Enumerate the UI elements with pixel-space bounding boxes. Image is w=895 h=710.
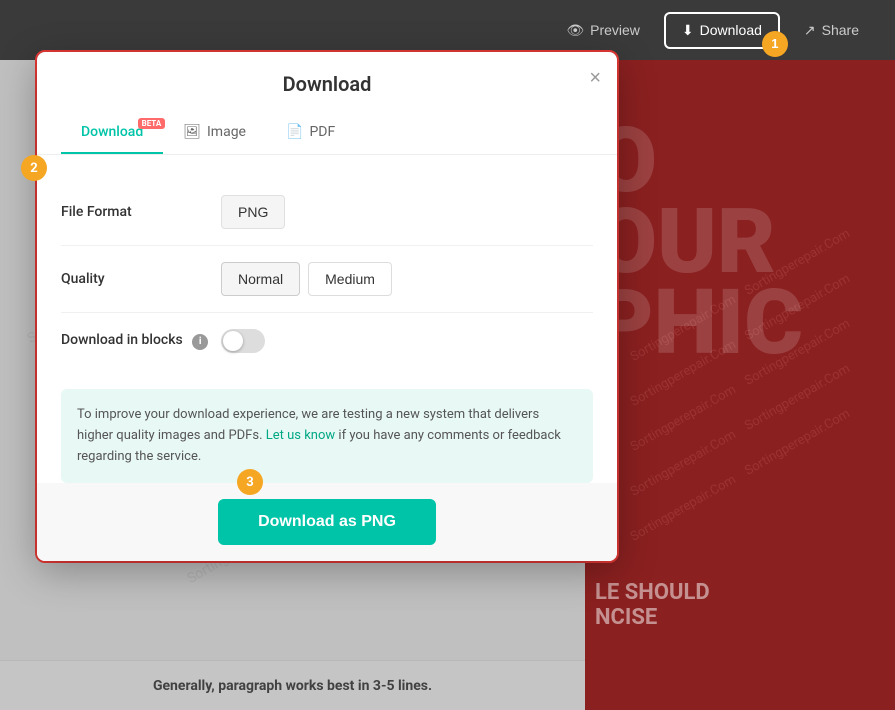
info-box: To improve your download experience, we … (61, 389, 593, 483)
close-button[interactable]: × (589, 68, 601, 88)
preview-button[interactable]: 👁 Preview (550, 14, 656, 47)
step-badge-1: 1 (762, 31, 788, 57)
share-label: Share (822, 22, 859, 38)
tab-image[interactable]: 🖼 Image (163, 112, 266, 154)
download-dialog: Download × Download BETA 🖼 Image 📄 P (37, 52, 617, 561)
preview-large-text: OOURPHIC (595, 120, 803, 363)
download-blocks-label: Download in blocks i (61, 332, 221, 350)
tab-bar: Download BETA 🖼 Image 📄 PDF (61, 112, 593, 154)
quality-label: Quality (61, 271, 221, 287)
quality-normal-btn[interactable]: Normal (221, 262, 300, 296)
share-icon: ↗ (804, 22, 816, 39)
canvas-preview: Sortingperepair.Com Sortingperepair.Com … (585, 60, 895, 710)
pdf-icon: 📄 (286, 124, 303, 140)
tab-download-label: Download (81, 124, 143, 140)
image-icon: 🖼 (183, 124, 201, 140)
step-badge-2: 2 (21, 155, 47, 181)
download-icon: ⬇ (682, 22, 694, 39)
share-button[interactable]: ↗ Share (788, 14, 875, 47)
download-blocks-toggle[interactable] (221, 329, 265, 353)
dialog-title: Download (61, 72, 593, 96)
tab-pdf[interactable]: 📄 PDF (266, 112, 355, 154)
beta-badge: BETA (138, 118, 166, 129)
dialog-header: Download × Download BETA 🖼 Image 📄 P (37, 52, 617, 155)
file-format-select[interactable]: PNG (221, 195, 285, 229)
tab-pdf-label: PDF (309, 124, 335, 140)
tab-download[interactable]: Download BETA (61, 112, 163, 154)
download-label: Download (700, 22, 762, 38)
quality-medium-btn[interactable]: Medium (308, 262, 392, 296)
preview-label: Preview (590, 22, 640, 38)
file-format-row: File Format PNG (61, 179, 593, 246)
dialog-outer: 2 Download × Download BETA 🖼 Image (35, 50, 619, 563)
download-button[interactable]: ⬇ Download 1 (664, 12, 780, 49)
dialog-footer: 3 Download as PNG (37, 483, 617, 561)
eye-icon: 👁 (566, 22, 584, 39)
tab-image-label: Image (207, 124, 246, 140)
file-format-control: PNG (221, 195, 285, 229)
file-format-label: File Format (61, 204, 221, 220)
download-blocks-control (221, 329, 265, 353)
download-blocks-row: Download in blocks i (61, 313, 593, 369)
info-link[interactable]: Let us know (266, 428, 335, 443)
download-as-png-button[interactable]: Download as PNG (218, 499, 436, 545)
quality-control: Normal Medium (221, 262, 392, 296)
preview-subtitle: LE SHOULDNCISE (595, 580, 710, 630)
info-icon[interactable]: i (192, 334, 208, 350)
step-badge-3: 3 (237, 469, 263, 495)
quality-row: Quality Normal Medium (61, 246, 593, 313)
dialog-body: File Format PNG Quality Normal Medium (37, 155, 617, 483)
dialog-border: Download × Download BETA 🖼 Image 📄 P (35, 50, 619, 563)
